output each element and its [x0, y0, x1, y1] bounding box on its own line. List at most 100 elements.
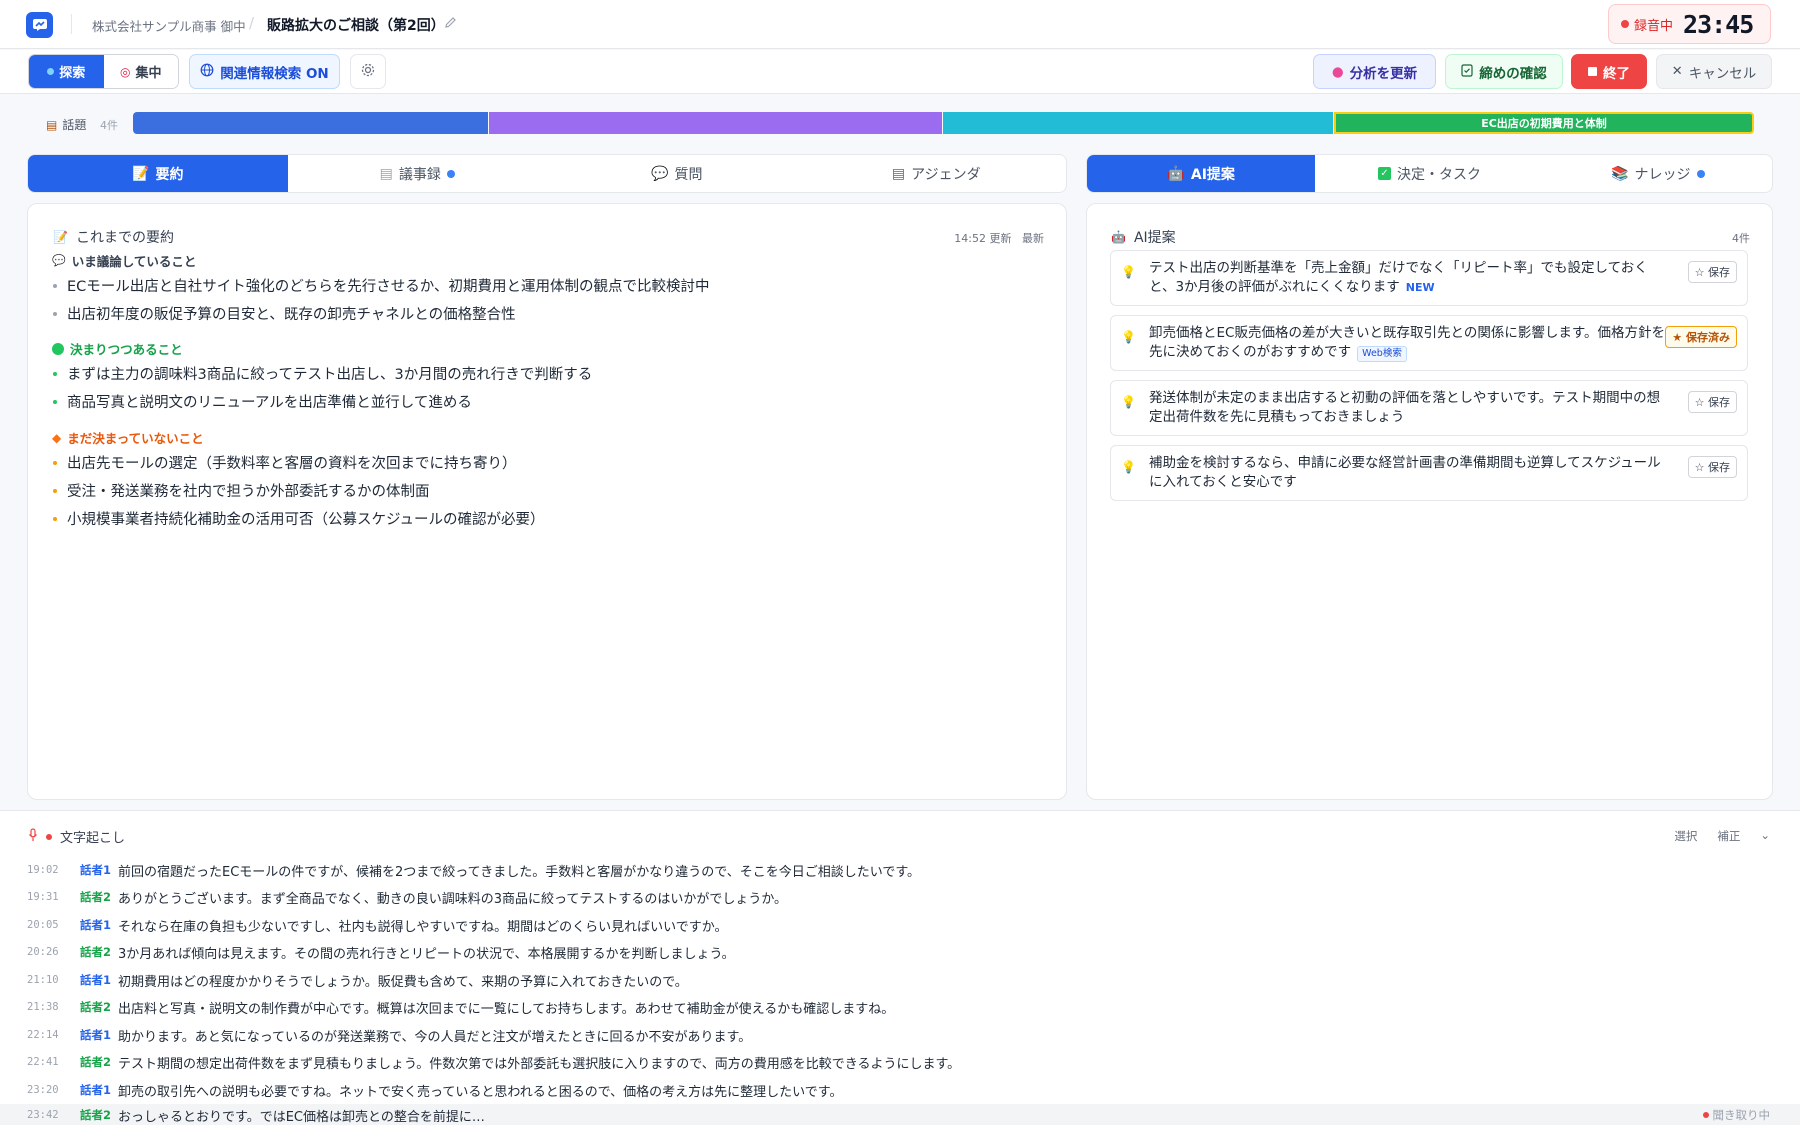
- tab-agenda[interactable]: ▤ アジェンダ: [807, 155, 1067, 192]
- correct-button[interactable]: 補正: [1717, 828, 1740, 844]
- tab-summary-label: 要約: [155, 166, 184, 183]
- lightbulb-icon: 💡: [1121, 265, 1136, 279]
- row-text: ありがとうございます。まず全商品でなく、動きの良い調味料の3商品に絞ってテストす…: [118, 891, 788, 907]
- tab-knowledge[interactable]: 📚 ナレッジ: [1544, 155, 1772, 192]
- suggestion-body: 卸売価格とEC販売価格の差が大きいと既存取引先との関係に影響します。価格方針を先…: [1149, 325, 1665, 360]
- row-text: 前回の宿題だったECモールの件ですが、候補を2つまで絞ってきました。手数料と客層…: [118, 864, 921, 880]
- listening-indicator: 聞き取り中: [1702, 1107, 1771, 1123]
- topic-segment-1[interactable]: [133, 112, 488, 134]
- select-button[interactable]: 選択: [1674, 828, 1697, 844]
- header-divider: [71, 14, 72, 34]
- ai-suggestions-panel: 🤖 AI提案 4件 💡 テスト出店の判断基準を「売上金額」だけでなく「リピート率…: [1086, 203, 1773, 800]
- transcript-row: 20:26 話者2 3か月あれば傾向は見えます。その間の売れ行きとリピートの状況で、…: [0, 939, 1800, 965]
- speech-bubble-icon: 💬: [52, 254, 66, 267]
- mode-focus-label: 集中: [135, 66, 162, 81]
- right-tabs: 🤖 AI提案 ✓ 決定・タスク 📚 ナレッジ: [1086, 154, 1773, 193]
- row-text: 助かります。あと気になっているのが発送業務で、今の人員だと注文が増えたときに回る…: [118, 1029, 752, 1045]
- memo-icon: 📝: [132, 165, 150, 182]
- bullet: [53, 488, 57, 493]
- mode-toggle: 探索 ◎ 集中: [28, 54, 179, 89]
- client-name: 株式会社サンプル商事 御中: [92, 19, 246, 34]
- item-text: 商品写真と説明文のリニューアルを出店準備と並行して進める: [67, 395, 472, 411]
- tab-knowledge-label: ナレッジ: [1634, 166, 1691, 183]
- recording-label: 録音中: [1634, 18, 1674, 34]
- row-speaker: 話者1: [80, 918, 112, 932]
- orange-diamond-icon: ◆: [52, 430, 62, 445]
- bullet: [53, 516, 57, 521]
- app-logo-icon[interactable]: [26, 12, 53, 38]
- recording-dot-icon: [1621, 20, 1629, 28]
- section-heading-undecided: ◆ まだ決まっていないこと: [52, 428, 204, 447]
- settings-button[interactable]: [350, 54, 386, 89]
- tab-questions[interactable]: 💬 質問: [547, 155, 807, 192]
- tab-agenda-label: アジェンダ: [911, 166, 981, 183]
- topic-segment-active[interactable]: EC出店の初期費用と体制: [1334, 112, 1754, 134]
- memo-icon: 📝: [53, 230, 68, 244]
- tab-minutes[interactable]: ▤ 議事録: [288, 155, 548, 192]
- close-icon: ✕: [1671, 64, 1683, 79]
- chevron-down-icon[interactable]: ⌄: [1760, 828, 1770, 844]
- save-button[interactable]: ☆ 保存: [1687, 391, 1737, 413]
- row-speaker: 話者2: [80, 945, 112, 959]
- edit-title-icon[interactable]: [444, 16, 457, 33]
- section-heading-text: まだ決まっていないこと: [67, 431, 204, 446]
- mode-focus-button[interactable]: ◎ 集中: [103, 55, 178, 88]
- suggestion-text: 補助金を検討するなら、申請に必要な経営計画書の準備期間も逆算してスケジュールに入…: [1149, 455, 1661, 490]
- confirm-closing-button[interactable]: 締めの確認: [1445, 54, 1563, 89]
- globe-icon: [200, 63, 214, 81]
- clipboard-icon: ▤: [46, 117, 58, 132]
- mode-explore-button[interactable]: 探索: [29, 55, 104, 88]
- refresh-analysis-label: 分析を更新: [1349, 65, 1418, 82]
- listening-label: 聞き取り中: [1712, 1108, 1771, 1122]
- suggestion-body: テスト出店の判断基準を「売上金額」だけでなく「リピート率」でも設定しておくと、3…: [1149, 260, 1648, 295]
- robot-icon: 🤖: [1111, 230, 1126, 244]
- suggestion-card[interactable]: 💡 テスト出店の判断基準を「売上金額」だけでなく「リピート率」でも設定しておくと…: [1110, 250, 1748, 306]
- topics-label: ▤ 話題: [46, 116, 86, 133]
- tab-summary[interactable]: 📝 要約: [28, 155, 288, 192]
- list-item: 受注・発送業務を社内で担うか外部委託するかの体制面: [53, 480, 430, 501]
- row-text: テスト期間の想定出荷件数をまず見積もりましょう。件数次第では外部委託も選択肢に入…: [118, 1056, 961, 1072]
- transcript-header: 文字起こし: [28, 827, 125, 846]
- suggestion-card[interactable]: 💡 発送体制が未定のまま出店すると初動の評価を落としやすいです。テスト期間中の想…: [1110, 380, 1748, 436]
- row-time: 22:14: [27, 1029, 59, 1041]
- list-item: 出店初年度の販促予算の目安と、既存の卸売チャネルとの価格整合性: [53, 303, 516, 324]
- related-search-toggle[interactable]: 関連情報検索 ON: [189, 54, 340, 89]
- tab-ai-suggestions[interactable]: 🤖 AI提案: [1087, 155, 1316, 192]
- row-time: 19:31: [27, 891, 59, 903]
- topic-segment-3[interactable]: [943, 112, 1333, 134]
- ai-header: 🤖 AI提案: [1111, 227, 1176, 247]
- row-speaker: 話者1: [80, 863, 112, 877]
- save-button[interactable]: ☆ 保存: [1687, 261, 1737, 283]
- summary-updated: 14:52 更新: [954, 232, 1012, 245]
- tab-decisions-tasks[interactable]: ✓ 決定・タスク: [1315, 155, 1543, 192]
- topic-segment-2[interactable]: [489, 112, 942, 134]
- bullet: [53, 460, 57, 465]
- row-speaker: 話者2: [80, 1055, 112, 1069]
- cancel-button[interactable]: ✕ キャンセル: [1656, 54, 1772, 89]
- suggestion-card[interactable]: 💡 卸売価格とEC販売価格の差が大きいと既存取引先との関係に影響します。価格方針…: [1110, 315, 1748, 371]
- transcript-row: 20:05 話者1 それなら在庫の負担も少ないですし、社内も説得しやすいですね。期間…: [0, 912, 1800, 938]
- row-text: 出店料と写真・説明文の制作費が中心です。概算は次回までに一覧にしてお持ちします。…: [118, 1001, 895, 1017]
- brain-icon: ●: [1331, 63, 1344, 80]
- cancel-label: キャンセル: [1688, 65, 1757, 82]
- tab-minutes-label: 議事録: [398, 166, 441, 183]
- row-speaker: 話者2: [80, 890, 112, 904]
- transcript-row: 19:31 話者2 ありがとうございます。まず全商品でなく、動きの良い調味料の3商品…: [0, 884, 1800, 910]
- transcript-controls: 選択 補正 ⌄: [1674, 828, 1770, 844]
- save-button[interactable]: ☆ 保存: [1687, 456, 1737, 478]
- refresh-analysis-button[interactable]: ● 分析を更新: [1313, 54, 1436, 89]
- section-heading-discussing: 💬 いま議論していること: [52, 251, 196, 270]
- suggestion-card[interactable]: 💡 補助金を検討するなら、申請に必要な経営計画書の準備期間も逆算してスケジュール…: [1110, 445, 1748, 501]
- summary-latest: 最新: [1022, 232, 1044, 245]
- unread-dot-icon: [446, 169, 455, 178]
- item-text: 出店初年度の販促予算の目安と、既存の卸売チャネルとの価格整合性: [67, 307, 516, 323]
- saved-button[interactable]: ★ 保存済み: [1665, 326, 1737, 348]
- end-button[interactable]: 終了: [1571, 54, 1647, 89]
- ai-title: AI提案: [1133, 230, 1176, 246]
- listening-dot-icon: [1702, 1112, 1709, 1118]
- suggestion-text: 発送体制が未定のまま出店すると初動の評価を落としやすいです。テスト期間中の想定出…: [1149, 390, 1661, 425]
- lightbulb-icon: 💡: [1121, 395, 1136, 409]
- stop-icon: [1588, 67, 1597, 76]
- item-text: ECモール出店と自社サイト強化のどちらを先行させるか、初期費用と運用体制の観点で…: [67, 279, 710, 295]
- list-item: まずは主力の調味料3商品に絞ってテスト出店し、3か月間の売れ行きで判断する: [53, 363, 592, 384]
